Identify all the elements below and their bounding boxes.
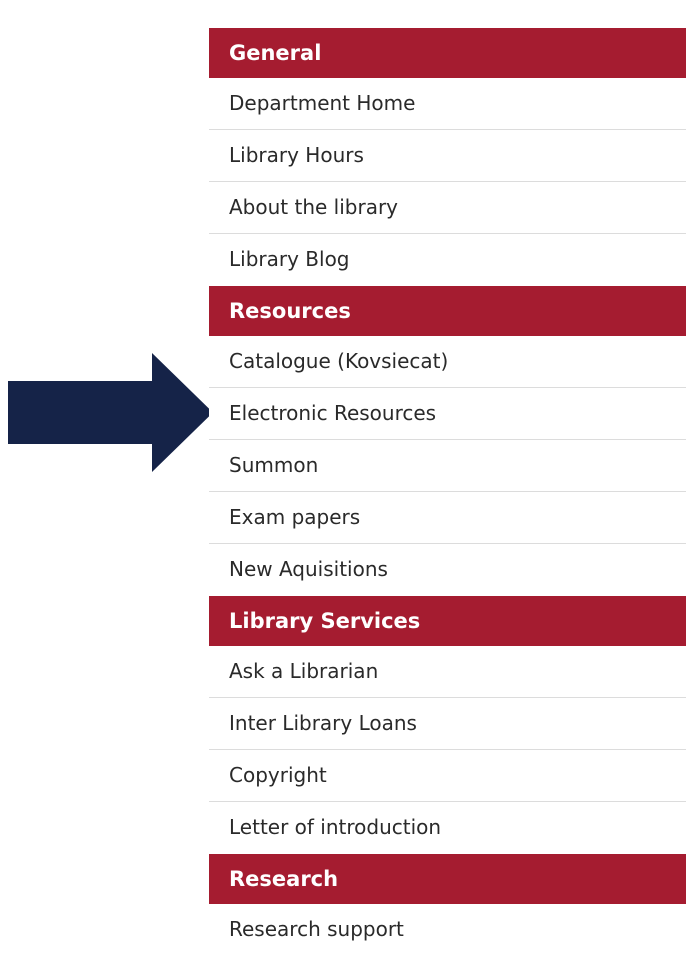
menu-item-electronic-resources[interactable]: Electronic Resources xyxy=(209,388,686,440)
section-header-general: General xyxy=(209,28,686,78)
menu-item-research-support[interactable]: Research support xyxy=(209,904,686,956)
menu-item-library-hours[interactable]: Library Hours xyxy=(209,130,686,182)
menu-item-copyright[interactable]: Copyright xyxy=(209,750,686,802)
menu-item-department-home[interactable]: Department Home xyxy=(209,78,686,130)
menu-item-catalogue[interactable]: Catalogue (Kovsiecat) xyxy=(209,336,686,388)
menu-item-library-blog[interactable]: Library Blog xyxy=(209,234,686,286)
menu-item-exam-papers[interactable]: Exam papers xyxy=(209,492,686,544)
menu-item-about-the-library[interactable]: About the library xyxy=(209,182,686,234)
section-header-library-services: Library Services xyxy=(209,596,686,646)
menu-item-letter-of-introduction[interactable]: Letter of introduction xyxy=(209,802,686,854)
menu-item-ask-a-librarian[interactable]: Ask a Librarian xyxy=(209,646,686,698)
section-header-research: Research xyxy=(209,854,686,904)
menu-item-new-aquisitions[interactable]: New Aquisitions xyxy=(209,544,686,596)
menu-item-inter-library-loans[interactable]: Inter Library Loans xyxy=(209,698,686,750)
right-arrow-icon xyxy=(8,353,213,472)
library-sidebar-menu: General Department Home Library Hours Ab… xyxy=(209,28,686,956)
section-header-resources: Resources xyxy=(209,286,686,336)
menu-item-summon[interactable]: Summon xyxy=(209,440,686,492)
